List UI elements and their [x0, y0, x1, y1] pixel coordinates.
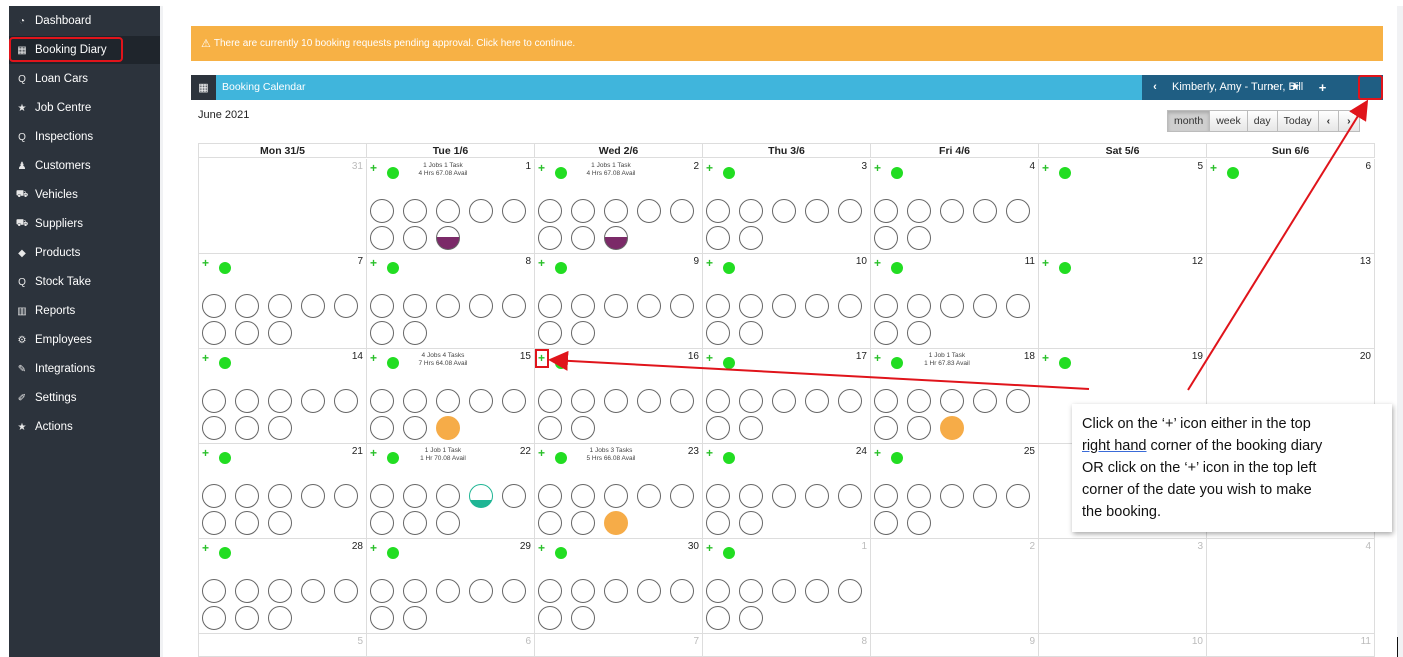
note-line-2: right hand corner of the booking diary [1082, 435, 1382, 457]
note-line-4: corner of the date you wish to make [1082, 482, 1312, 498]
app-window: ◔ Dashboard ▦ Booking Diary Q Loan Cars ★ Job C… [0, 0, 1403, 657]
note-line-1: Click on the ‘+’ icon either in the top [1082, 416, 1311, 432]
arrow-to-header-plus [1187, 99, 1369, 391]
arrow-to-day-plus [548, 350, 1090, 390]
note-line-5: the booking. [1082, 504, 1162, 520]
instruction-note: Click on the ‘+’ icon either in the top … [1072, 404, 1392, 532]
note-line-3: OR click on the ‘+’ icon in the top left [1082, 460, 1317, 476]
window-edge [1397, 637, 1398, 657]
note-underlined: right hand [1082, 438, 1147, 454]
note-line-2-rest: corner of the booking diary [1146, 438, 1323, 454]
annotation-arrows [548, 99, 1369, 391]
